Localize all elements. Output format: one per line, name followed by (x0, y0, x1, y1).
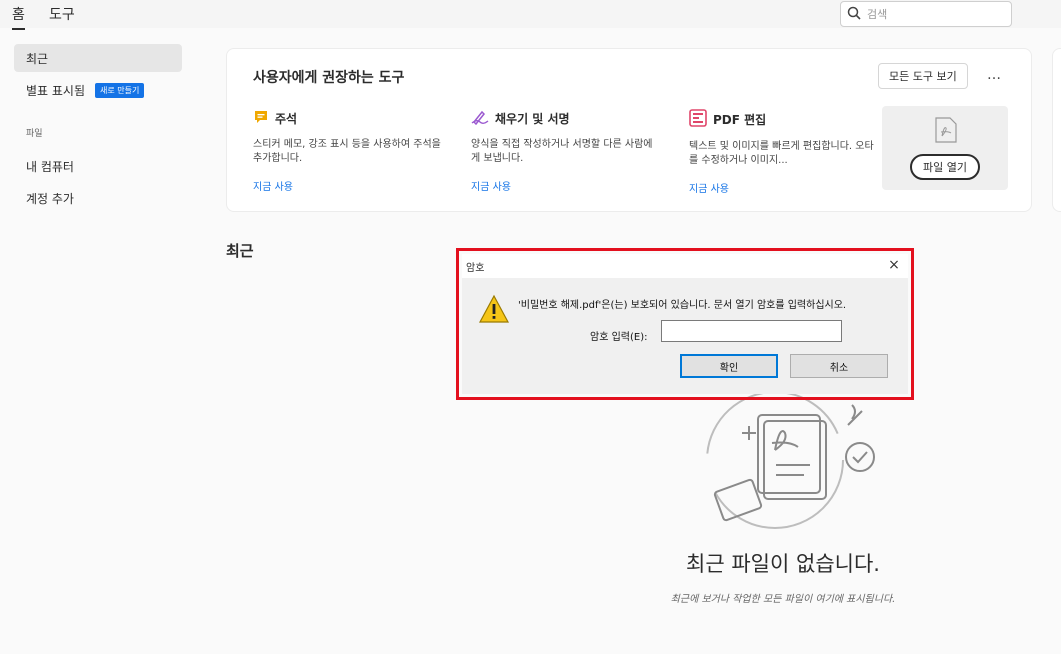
use-now-link[interactable]: 지금 사용 (689, 180, 879, 195)
search-box[interactable] (840, 1, 1012, 27)
card-title: 사용자에게 권장하는 도구 (253, 70, 405, 86)
use-now-link[interactable]: 지금 사용 (471, 178, 661, 193)
close-icon[interactable]: × (886, 257, 902, 273)
sidebar: 최근 별표 표시됨 새로 만들기 파일 내 컴퓨터 계정 추가 (0, 28, 200, 654)
password-dialog: 암호 × '비밀번호 해제.pdf'은(는) 보호되어 있습니다. 문서 열기 … (462, 254, 908, 394)
warning-icon (478, 294, 510, 328)
top-bar: 홈 도구 (0, 0, 1061, 30)
tool-edit-pdf: PDF 편집 텍스트 및 이미지를 빠르게 편집합니다. 오타를 수정하거나 이… (689, 109, 879, 195)
edit-pdf-icon (689, 109, 713, 130)
use-now-link[interactable]: 지금 사용 (253, 178, 443, 193)
next-card-edge (1052, 48, 1061, 212)
sidebar-item-add-account[interactable]: 계정 추가 (14, 184, 182, 212)
more-options-icon[interactable]: … (987, 67, 1002, 83)
tool-comment: 주석 스티커 메모, 강조 표시 등을 사용하여 주석을 추가합니다. 지금 사… (253, 109, 443, 193)
empty-recent-illustration (680, 385, 890, 539)
view-all-tools-button[interactable]: 모든 도구 보기 (878, 63, 968, 89)
sidebar-item-my-computer[interactable]: 내 컴퓨터 (14, 152, 182, 180)
password-input[interactable] (661, 320, 842, 342)
dialog-message: '비밀번호 해제.pdf'은(는) 보호되어 있습니다. 문서 열기 암호를 입… (518, 300, 847, 311)
cancel-button[interactable]: 취소 (790, 354, 888, 378)
tab-tools[interactable]: 도구 (49, 4, 75, 24)
sidebar-item-recent[interactable]: 최근 (14, 44, 182, 72)
search-input[interactable] (867, 7, 997, 21)
comment-icon (253, 109, 275, 128)
fill-sign-icon (471, 109, 495, 128)
tool-description: 양식을 직접 작성하거나 서명할 다른 사람에게 보냅니다. (471, 139, 653, 164)
sidebar-section-files: 파일 (26, 129, 43, 139)
open-file-panel: 파일 열기 (882, 106, 1008, 190)
tool-description: 스티커 메모, 강조 표시 등을 사용하여 주석을 추가합니다. (253, 139, 441, 164)
tool-name: PDF 편집 (713, 113, 767, 127)
sidebar-item-label: 내 컴퓨터 (26, 159, 74, 174)
sidebar-item-starred[interactable]: 별표 표시됨 새로 만들기 (14, 76, 182, 104)
ok-button[interactable]: 확인 (680, 354, 778, 378)
document-icon (930, 114, 962, 150)
tool-fill-sign: 채우기 및 서명 양식을 직접 작성하거나 서명할 다른 사람에게 보냅니다. … (471, 109, 661, 193)
sidebar-item-label: 최근 (26, 51, 49, 66)
empty-recent-title: 최근 파일이 없습니다. (686, 552, 880, 576)
tool-name: 채우기 및 서명 (495, 112, 570, 126)
search-icon (847, 5, 861, 24)
new-badge: 새로 만들기 (95, 82, 145, 98)
dialog-titlebar: 암호 × (462, 254, 908, 278)
sidebar-item-label: 별표 표시됨 (26, 83, 86, 98)
tool-name: 주석 (275, 112, 298, 126)
recommended-tools-card: 사용자에게 권장하는 도구 모든 도구 보기 … 주석 스티커 메모, 강조 표… (226, 48, 1032, 212)
recent-heading: 최근 (226, 242, 254, 260)
empty-recent-subtitle: 최근에 보거나 작업한 모든 파일이 여기에 표시됩니다. (670, 594, 896, 605)
tab-home[interactable]: 홈 (12, 4, 25, 30)
tool-description: 텍스트 및 이미지를 빠르게 편집합니다. 오타를 수정하거나 이미지... (689, 141, 874, 166)
open-file-button[interactable]: 파일 열기 (910, 154, 980, 180)
sidebar-item-label: 계정 추가 (26, 191, 74, 206)
password-label: 암호 입력(E): (590, 332, 648, 343)
dialog-title: 암호 (466, 262, 485, 274)
